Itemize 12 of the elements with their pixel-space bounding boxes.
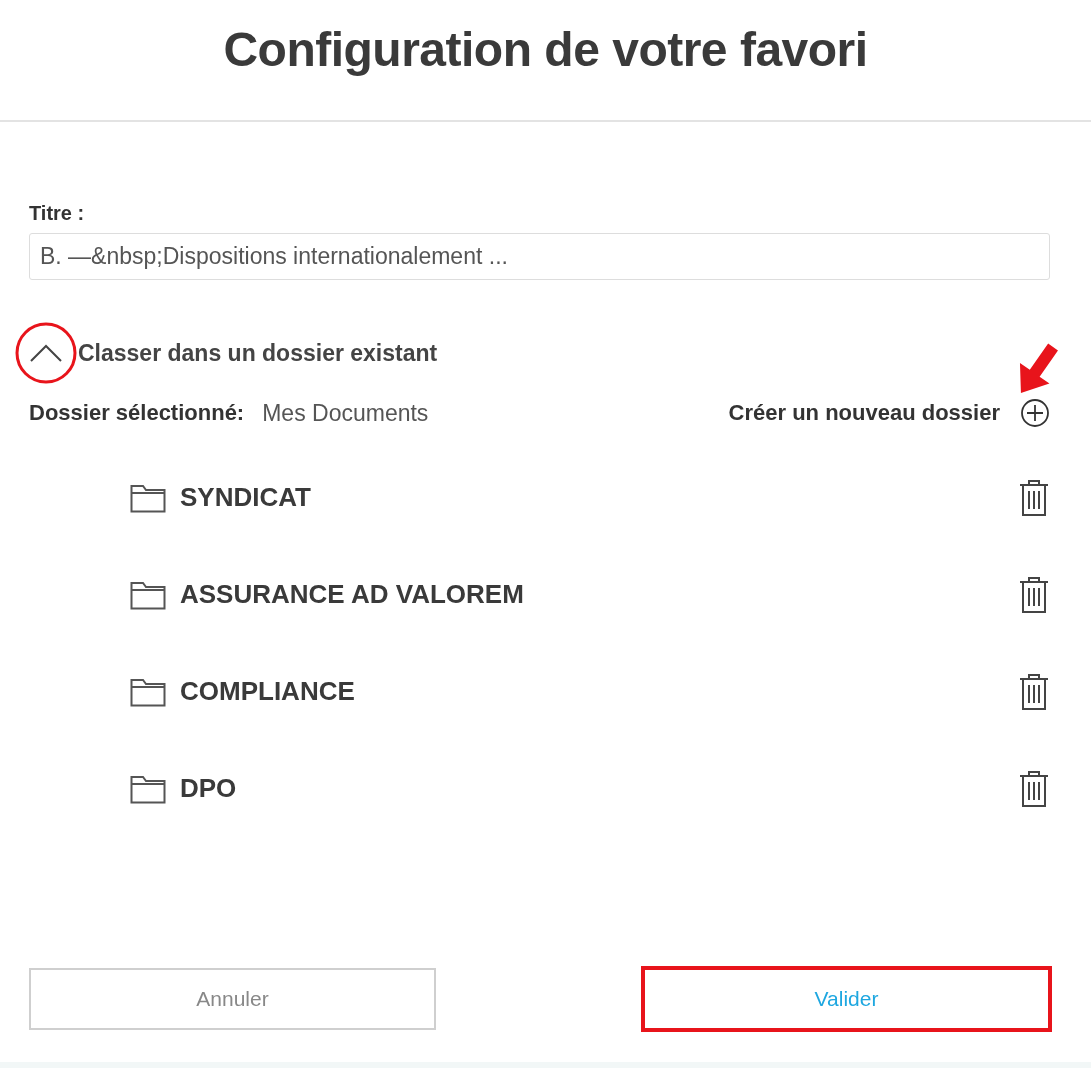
new-folder-label[interactable]: Créer un nouveau dossier — [728, 400, 1000, 426]
field-label: Titre : — [29, 202, 86, 225]
selected-folder-label: Dossier sélectionné: — [29, 400, 245, 426]
folder-name[interactable]: SYNDICAT — [180, 482, 311, 513]
folder-name[interactable]: DPO — [180, 773, 237, 804]
title-field[interactable]: B. —&nbsp;Dispositions internationalement ... — [29, 233, 1050, 280]
folder-name[interactable]: ASSURANCE AD VALOREM — [180, 579, 524, 610]
section-header[interactable]: Classer dans un dossier existant — [78, 339, 438, 367]
dialog-title: Configuration de votre favori — [222, 22, 869, 78]
selected-folder-value: Mes Documents — [262, 399, 429, 427]
folder-name[interactable]: COMPLIANCE — [180, 676, 355, 707]
cancel-button[interactable]: Annuler — [29, 968, 436, 1030]
